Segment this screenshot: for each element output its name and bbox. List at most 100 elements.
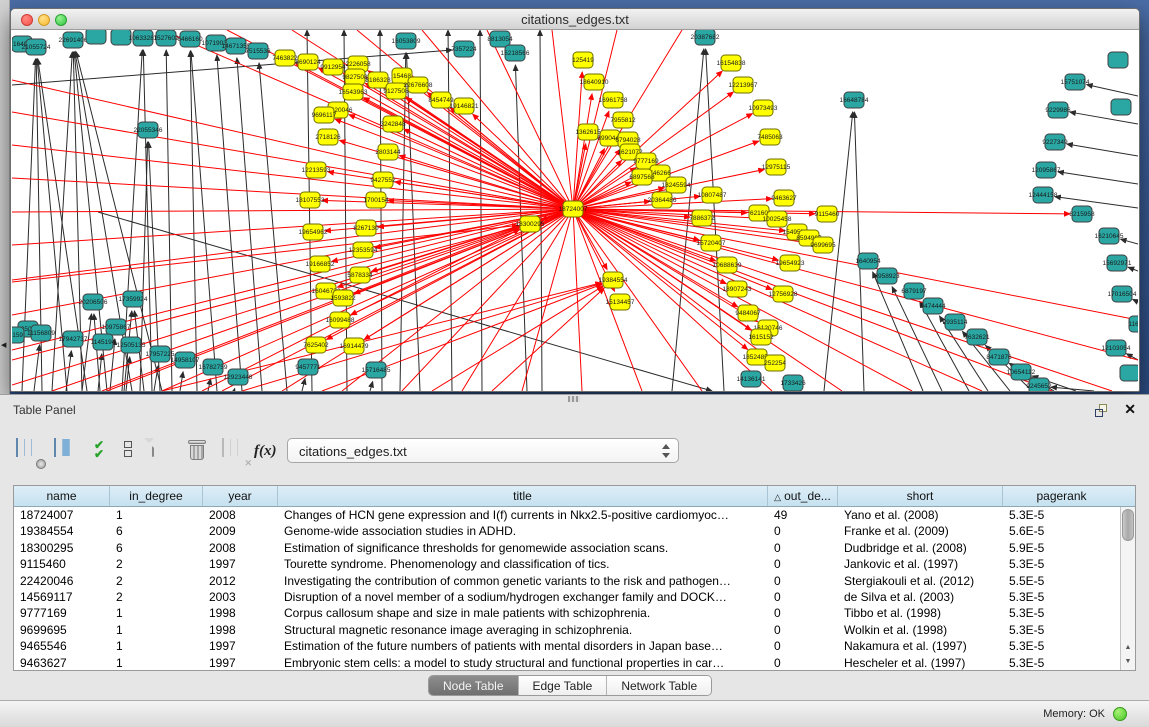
tab-network-table[interactable]: Network Table [607,676,711,695]
graph-edge [12,80,573,209]
delete-table-icon[interactable] [188,439,214,465]
scroll-down-icon[interactable]: ▼ [1121,655,1135,669]
graph-edge [432,286,603,391]
column-header-short[interactable]: short [838,486,1003,506]
close-panel-icon[interactable]: ✕ [1124,401,1136,418]
table-cell: 9465546 [14,638,110,654]
graph-edge [573,209,1112,391]
graph-node-label: 10975867 [102,324,131,331]
graph-node-label: 9457771 [295,364,321,371]
graph-edge [1128,267,1138,271]
table-cell: 5.3E-5 [1003,605,1120,621]
table-cell: 5.3E-5 [1003,556,1120,572]
column-header-year[interactable]: year [203,486,278,506]
graph-node-label: 10688639 [713,262,742,269]
table-row[interactable]: 1456911722003Disruption of a novel membe… [14,589,1120,605]
memory-status-icon[interactable] [1113,707,1127,721]
table-cell: Changes of HCN gene expression and I(f) … [278,507,768,523]
table-row[interactable]: 911546021997Tourette syndrome. Phenomeno… [14,556,1120,572]
graph-edge [242,283,602,391]
graph-node-label: 22055346 [134,127,163,134]
graph-edge [237,58,262,391]
graph-node-label: 3242848 [380,121,406,128]
graph-node-label: 18107553 [296,197,325,204]
tab-node-table[interactable]: Node Table [429,676,519,695]
table-row[interactable]: 946554611997Estimation of the future num… [14,638,1120,654]
graph-node[interactable] [86,30,106,44]
graph-node-label: 12505135 [117,342,146,349]
graph-edge [480,30,482,391]
graph-node[interactable] [1108,52,1128,68]
citation-network-graph[interactable]: 1872400774638228690124991295422260589827… [12,30,1138,391]
graph-node-label: 18300295 [516,221,545,228]
graph-edge [1087,85,1138,96]
table-row[interactable]: 1872400712008Changes of HCN gene express… [14,507,1120,523]
graph-edge [1133,299,1138,302]
table-row[interactable]: 946362711997Embryonic stem cells: a mode… [14,655,1120,670]
column-header-in-degree[interactable]: in_degree [110,486,203,506]
tab-edge-table[interactable]: Edge Table [519,676,608,695]
collapse-arrow-icon[interactable]: ◀ [1,341,6,349]
table-cell: 9777169 [14,605,110,621]
graph-node-label: 2226058 [345,61,371,68]
graph-edge [34,345,40,391]
select-rows-icon[interactable]: ✔✔ [94,441,120,467]
column-header-title[interactable]: title [278,486,768,506]
function-builder-icon[interactable]: f(x) [254,443,280,469]
new-table-icon[interactable] [152,439,178,465]
graph-node-label: 22691406 [59,37,88,44]
table-settings-icon[interactable] [16,439,42,465]
dropdown-arrows-icon [661,443,670,459]
scroll-up-icon[interactable]: ▲ [1121,641,1135,655]
graph-edge [1051,387,1094,391]
table-cell: 0 [768,523,838,539]
graph-node-label: 2803144 [375,149,401,156]
show-columns-icon[interactable] [54,439,80,465]
graph-node-label: 12756928 [769,291,798,298]
table-scrollbar[interactable]: ▲ ▼ [1120,507,1135,670]
float-panel-icon[interactable] [1095,404,1109,417]
graph-node-label: 8267130 [353,225,379,232]
table-row[interactable]: 969969511998Structural magnetic resonanc… [14,622,1120,638]
table-cell: 0 [768,573,838,589]
graph-node-label: 8813054 [487,36,513,43]
graph-node-label: 19146821 [450,103,479,110]
table-cell: Structural magnetic resonance image aver… [278,622,768,638]
graph-node-label: 1640954 [855,258,881,265]
graph-node-label: 8690124 [295,59,321,66]
graph-node-label: 9474444 [920,303,946,310]
column-header-name[interactable]: name [14,486,110,506]
table-cell: de Silva et al. (2003) [838,589,1003,605]
table-selector-dropdown[interactable]: citations_edges.txt [287,438,679,463]
memory-status-label: Memory: OK [1043,708,1105,720]
graph-node-label: 16210645 [1095,233,1124,240]
window-titlebar[interactable]: citations_edges.txt [11,9,1139,30]
control-panel-splitter[interactable]: ◀ [0,0,10,394]
graph-node-label: 9484067 [735,310,761,317]
graph-node-label: 15720407 [697,240,726,247]
graph-node-label: 7625402 [303,342,329,349]
graph-node[interactable] [1111,99,1131,115]
column-header-out-degree[interactable]: △out_de... [768,486,838,506]
graph-edge [1067,144,1138,156]
graph-node-label: 12444158 [1029,192,1058,199]
network-view-window[interactable]: citations_edges.txt 18724007746382286901… [10,8,1140,392]
graph-node[interactable] [1120,365,1138,381]
table-cell: 5.3E-5 [1003,638,1120,654]
column-header-pagerank[interactable]: pagerank [1003,486,1120,506]
network-canvas[interactable]: 1872400774638228690124991295422260589827… [12,30,1138,391]
scrollbar-thumb[interactable] [1122,509,1134,541]
graph-node-label: 2935114 [943,319,968,326]
table-cell: 5.5E-5 [1003,573,1120,589]
table-row[interactable]: 2242004622012Investigating the contribut… [14,573,1120,589]
table-row[interactable]: 1938455462009Genome-wide association stu… [14,523,1120,539]
graph-node-label: 7515536 [245,48,271,55]
table-cell: 1 [110,622,203,638]
graph-node-label: 7357224 [451,46,477,53]
graph-node-label: 12975115 [762,164,791,171]
graph-node-label: 9245652 [1026,383,1052,390]
table-row[interactable]: 1830029562008Estimation of significance … [14,540,1120,556]
graph-node-label: 15134457 [606,299,635,306]
table-row[interactable]: 977716911998Corpus callosum shape and si… [14,605,1120,621]
table-cell: Disruption of a novel member of a sodium… [278,589,768,605]
